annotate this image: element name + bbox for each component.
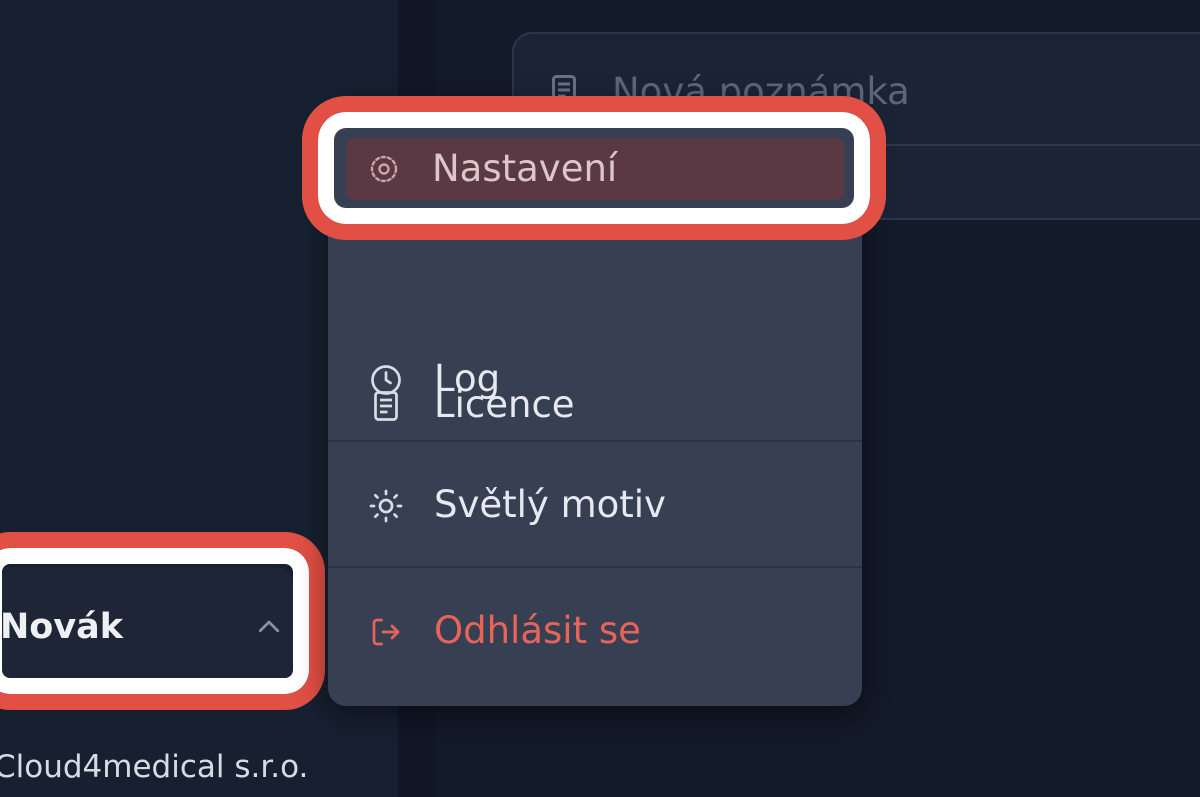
user-highlight-frame [0,532,325,710]
menu-separator [328,440,862,442]
menu-item-light-theme[interactable]: Světlý motiv [328,470,862,542]
logout-icon [372,618,400,646]
menu-item-log[interactable]: Log [328,344,862,416]
sun-icon [369,489,403,523]
clock-icon [371,365,401,395]
company-name: Cloud4medical s.r.o. [0,749,309,785]
settings-highlight-frame [302,96,886,240]
menu-item-label: Odhlásit se [434,609,641,652]
menu-item-logout[interactable]: Odhlásit se [328,596,862,668]
menu-item-label: Světlý motiv [434,483,666,526]
menu-separator [328,566,862,568]
menu-item-label: Log [434,357,501,400]
